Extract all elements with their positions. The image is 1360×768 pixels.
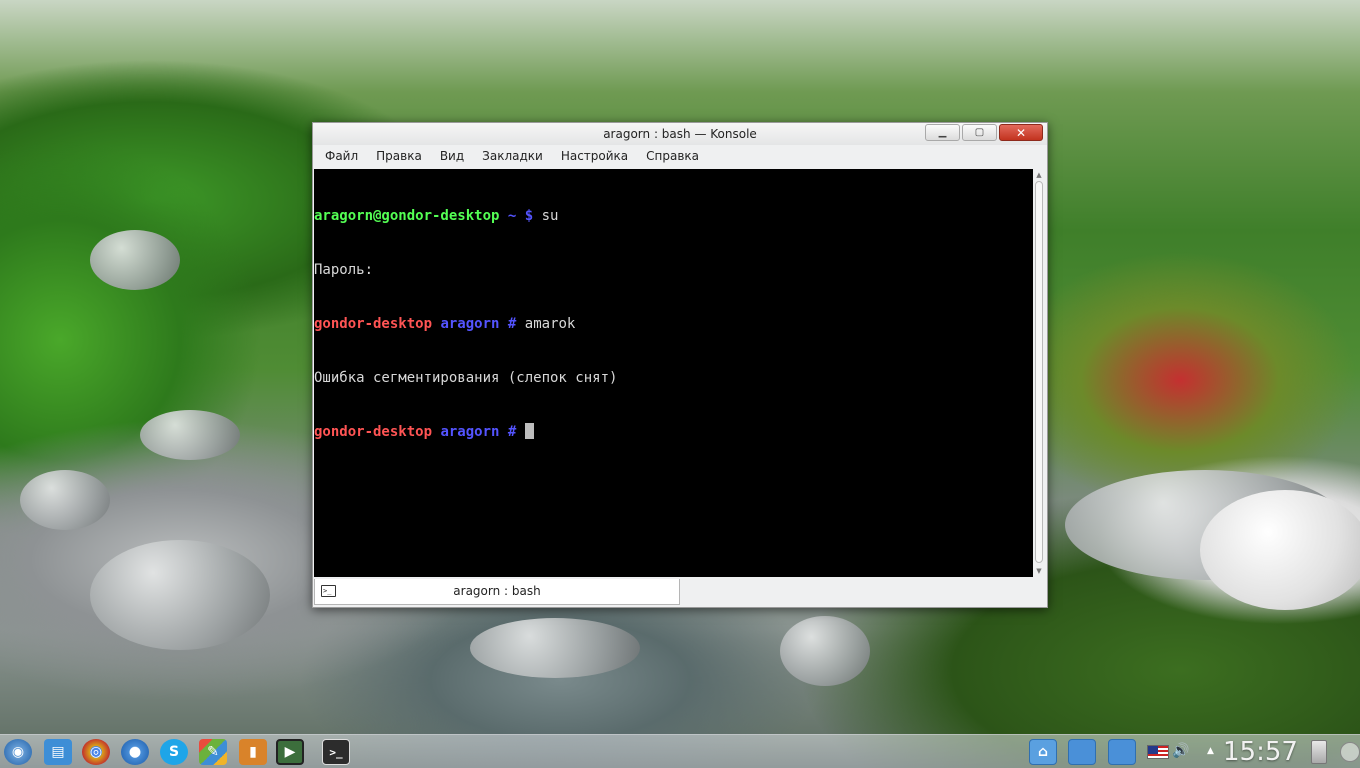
command-text: amarok	[524, 316, 576, 332]
maximize-button[interactable]: ▢	[962, 124, 997, 141]
scroll-down-icon[interactable]: ▼	[1035, 567, 1043, 575]
konsole-icon[interactable]: >_	[322, 739, 350, 765]
menu-bookmarks[interactable]: Закладки	[476, 149, 549, 163]
tab-label: aragorn : bash	[453, 584, 541, 598]
terminal-line: Пароль:	[314, 261, 1034, 279]
garden-lamp	[1200, 490, 1360, 610]
skype-icon[interactable]: S	[160, 739, 188, 765]
command-text: su	[541, 208, 559, 224]
error-message: Ошибка сегментирования (слепок снят)	[314, 370, 618, 386]
prompt-cwd: ~	[507, 208, 517, 224]
terminal-line: gondor-desktop aragorn #	[314, 423, 1034, 441]
volume-icon[interactable]: 🔊	[1172, 743, 1189, 759]
window-controls: ▁ ▢ ✕	[925, 124, 1043, 141]
prompt-cwd: aragorn	[440, 424, 500, 440]
password-prompt: Пароль:	[314, 262, 374, 278]
text-cursor	[524, 423, 534, 439]
tab-aragorn-bash[interactable]: >_ aragorn : bash	[314, 579, 680, 605]
prompt-symbol: #	[507, 424, 517, 440]
terminal-line: aragorn@gondor-desktop ~ $ su	[314, 207, 1034, 225]
prompt-cwd: aragorn	[440, 316, 500, 332]
tab-bar: >_ aragorn : bash	[314, 579, 1048, 605]
wallpaper-rock	[470, 618, 640, 678]
office-icon[interactable]: ✎	[199, 739, 227, 765]
menu-bar: Файл Правка Вид Закладки Настройка Справ…	[313, 145, 1047, 167]
wallpaper-rock	[20, 470, 110, 530]
prompt-symbol: #	[507, 316, 517, 332]
window-title: aragorn : bash — Konsole	[603, 127, 757, 141]
root-host: gondor-desktop	[314, 316, 433, 332]
close-button[interactable]: ✕	[999, 124, 1043, 141]
chrome-icon[interactable]: ◎	[82, 739, 110, 765]
menu-view[interactable]: Вид	[434, 149, 470, 163]
wallpaper-rock	[90, 540, 270, 650]
konsole-window: aragorn : bash — Konsole ▁ ▢ ✕ Файл Прав…	[312, 122, 1048, 608]
minimize-icon: ▁	[938, 126, 947, 138]
media-player-icon[interactable]: ▶	[276, 739, 304, 765]
panel-options-icon[interactable]	[1340, 742, 1360, 762]
scroll-track[interactable]	[1035, 181, 1043, 563]
prompt-symbol: $	[524, 208, 534, 224]
tray-expand-icon[interactable]: ▲	[1207, 746, 1214, 756]
wallpaper-rock	[90, 230, 180, 290]
terminal-line: Ошибка сегментирования (слепок снят)	[314, 369, 1034, 387]
folder-icon[interactable]	[1068, 739, 1096, 765]
maximize-icon: ▢	[974, 126, 985, 138]
kde-menu-icon[interactable]: ◉	[4, 739, 32, 765]
root-host: gondor-desktop	[314, 424, 433, 440]
taskbar: ◉ ▤ ◎ ◎ S ✎ ▮ ▶ >_ ⌂ 🔊 ▲ 15:57	[0, 734, 1360, 768]
menu-settings[interactable]: Настройка	[555, 149, 634, 163]
menu-file[interactable]: Файл	[319, 149, 364, 163]
terminal-line: gondor-desktop aragorn # amarok	[314, 315, 1034, 333]
title-bar[interactable]: aragorn : bash — Konsole ▁ ▢ ✕	[313, 123, 1047, 145]
keyboard-layout-flag-icon[interactable]	[1147, 745, 1169, 759]
user-prompt: aragorn@gondor-desktop	[314, 208, 500, 224]
folder-icon[interactable]	[1108, 739, 1136, 765]
minimize-button[interactable]: ▁	[925, 124, 960, 141]
home-folder-icon[interactable]: ⌂	[1029, 739, 1057, 765]
terminal-icon: >_	[321, 585, 336, 597]
menu-help[interactable]: Справка	[640, 149, 705, 163]
wallpaper-rock	[780, 616, 870, 686]
book-icon[interactable]: ▮	[239, 739, 267, 765]
file-manager-icon[interactable]: ▤	[44, 739, 72, 765]
chromium-icon[interactable]: ◎	[121, 739, 149, 765]
menu-edit[interactable]: Правка	[370, 149, 428, 163]
terminal-output[interactable]: aragorn@gondor-desktop ~ $ su Пароль: go…	[314, 169, 1034, 577]
close-icon: ✕	[1015, 125, 1027, 140]
clock[interactable]: 15:57	[1223, 737, 1298, 767]
wallpaper-rock	[140, 410, 240, 460]
trash-icon[interactable]	[1311, 740, 1327, 764]
vertical-scrollbar[interactable]: ▲ ▼	[1033, 169, 1045, 577]
scroll-up-icon[interactable]: ▲	[1035, 171, 1043, 179]
